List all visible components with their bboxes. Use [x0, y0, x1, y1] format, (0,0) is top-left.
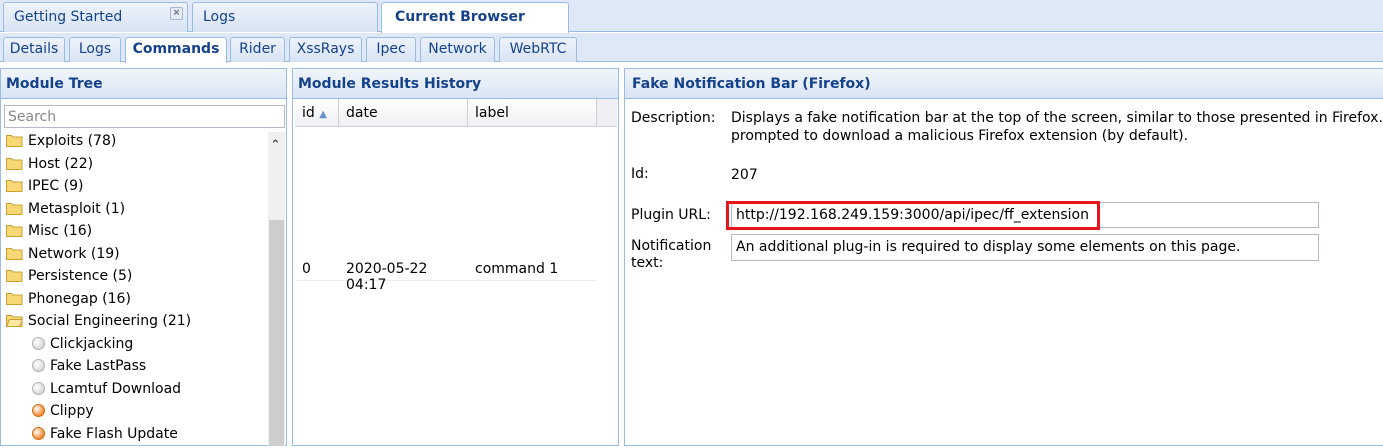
tree-folder-item[interactable]: Misc (16)	[6, 223, 92, 245]
tree-module-item[interactable]: Lcamtuf Download	[32, 381, 181, 403]
folder-icon	[6, 291, 23, 305]
tree-item-label: Host (22)	[28, 155, 94, 172]
cell-label: command 1	[468, 256, 597, 281]
tree-folder-item[interactable]: Host (22)	[6, 156, 93, 178]
tree-item-label: Lcamtuf Download	[50, 380, 182, 397]
tree-item-label: Phonegap (16)	[28, 290, 131, 307]
id-value: 207	[731, 167, 758, 183]
tree-item-label: IPEC (9)	[28, 178, 84, 194]
plugin-url-label: Plugin URL:	[631, 207, 711, 223]
tree-module-item[interactable]: Clickjacking	[32, 336, 133, 358]
panel-title: Module Results History	[293, 69, 618, 99]
folder-icon	[6, 156, 23, 170]
tree-item-label: Clippy	[50, 403, 94, 419]
tab-webrtc[interactable]: WebRTC	[499, 37, 577, 62]
sort-asc-icon: ▲	[319, 109, 327, 120]
folder-open-icon	[5, 313, 24, 327]
tab-ipec[interactable]: Ipec	[366, 37, 416, 62]
tab-logs-sub[interactable]: Logs	[69, 37, 121, 62]
tree-folder-item[interactable]: Network (19)	[6, 246, 120, 268]
tree-item-label: Network (19)	[28, 245, 120, 262]
tab-details[interactable]: Details	[3, 37, 65, 62]
folder-icon	[6, 178, 23, 192]
tree-module-item[interactable]: Fake Flash Update	[32, 426, 178, 448]
tree-item-label: Metasploit (1)	[28, 200, 126, 217]
tab-current-browser[interactable]: Current Browser	[381, 2, 569, 33]
folder-icon	[6, 223, 23, 237]
description-text-line1: Displays a fake notification bar at the …	[731, 110, 1383, 126]
search-input[interactable]: Search	[4, 105, 285, 128]
table-row[interactable]: 0 2020-05-22 04:17 command 1	[295, 128, 597, 293]
panel-title: Fake Notification Bar (Firefox)	[625, 69, 1383, 99]
status-grey-icon	[32, 359, 45, 372]
tree-folder-item[interactable]: Metasploit (1)	[6, 201, 125, 223]
column-header-label[interactable]: label	[468, 99, 597, 127]
folder-icon	[6, 246, 23, 260]
tree-folder-item[interactable]: Persistence (5)	[6, 268, 132, 290]
tree-item-label: Persistence (5)	[28, 268, 133, 284]
tab-label: Current Browser	[395, 9, 525, 25]
panel-title: Module Tree	[1, 69, 286, 99]
status-grey-icon	[32, 336, 45, 350]
tab-logs[interactable]: Logs	[192, 2, 378, 32]
notification-text-field[interactable]: An additional plug-in is required to dis…	[731, 234, 1319, 261]
id-label: Id:	[631, 166, 649, 182]
tab-getting-started[interactable]: Getting Started ×	[3, 2, 188, 32]
tree-module-item[interactable]: Clippy	[32, 403, 94, 425]
cell-id: 0	[295, 256, 339, 281]
scrollbar-thumb[interactable]	[269, 220, 284, 446]
folder-icon	[6, 133, 23, 147]
status-orange-icon	[32, 404, 45, 417]
tab-commands[interactable]: Commands	[125, 37, 227, 63]
tree-folder-item[interactable]: Phonegap (16)	[6, 291, 131, 313]
close-icon[interactable]: ×	[170, 7, 183, 20]
description-text-line2: prompted to download a malicious Firefox…	[731, 128, 1189, 144]
tab-label: Getting Started	[14, 9, 123, 25]
scroll-up-arrow[interactable]: ⌃	[270, 138, 281, 153]
tree-item-label: Clickjacking	[50, 335, 134, 352]
notification-label-line2: text:	[631, 255, 664, 271]
tree-item-label: Misc (16)	[28, 223, 93, 239]
tab-network[interactable]: Network	[420, 37, 495, 62]
tree-folder-item[interactable]: IPEC (9)	[6, 178, 83, 200]
column-header-id[interactable]: id ▲	[295, 99, 339, 127]
tree-item-label: Exploits (78)	[28, 133, 117, 149]
tree-item-label: Social Engineering (21)	[28, 313, 192, 329]
tree-folder-item[interactable]: Social Engineering (21)	[5, 313, 192, 335]
notification-label-line1: Notification	[631, 238, 712, 254]
column-header-date[interactable]: date	[339, 99, 468, 127]
tree-item-label: Fake Flash Update	[50, 425, 178, 442]
tab-rider[interactable]: Rider	[230, 37, 285, 62]
folder-icon	[6, 268, 23, 282]
description-label: Description:	[631, 110, 716, 126]
tree-folder-item[interactable]: Exploits (78)	[6, 133, 116, 155]
header-filler	[597, 99, 617, 127]
tab-label: Logs	[203, 9, 236, 25]
folder-icon	[6, 201, 23, 215]
tree-module-item[interactable]: Fake LastPass	[32, 358, 146, 380]
tree-item-label: Fake LastPass	[50, 358, 147, 374]
status-orange-icon	[32, 426, 45, 440]
highlight-box	[726, 201, 1100, 230]
status-grey-icon	[32, 381, 45, 395]
cell-date: 2020-05-22 04:17	[339, 256, 468, 293]
tab-xssrays[interactable]: XssRays	[289, 37, 362, 62]
